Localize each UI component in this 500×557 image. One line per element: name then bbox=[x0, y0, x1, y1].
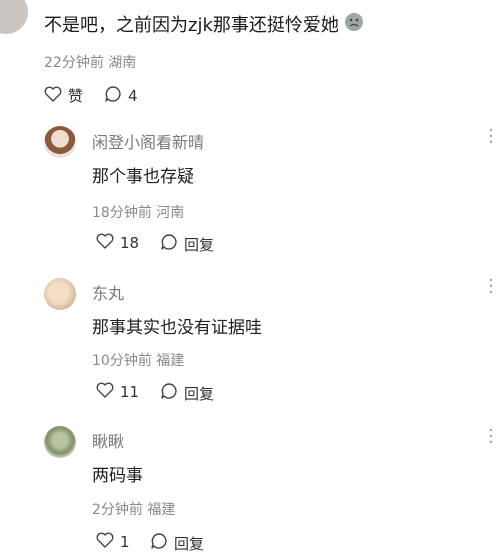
more-vertical-icon[interactable]: · · · bbox=[488, 122, 494, 152]
speech-bubble-icon bbox=[150, 532, 168, 554]
comment-body: 不是吧，之前因为zjk那事还挺怜爱她 bbox=[44, 14, 339, 36]
reply-author[interactable]: 闲登小阁看新晴 bbox=[92, 129, 204, 153]
reply-button[interactable]: 回复 bbox=[160, 382, 214, 404]
speech-bubble-icon bbox=[104, 85, 122, 107]
reply-text: 那个事也存疑 bbox=[92, 167, 194, 187]
speech-bubble-icon bbox=[160, 382, 178, 404]
reply-meta: 10分钟前 福建 bbox=[92, 353, 185, 369]
like-button[interactable]: 18 bbox=[96, 233, 139, 253]
comment-text: 不是吧，之前因为zjk那事还挺怜爱她 bbox=[44, 10, 365, 37]
like-button[interactable]: 赞 bbox=[44, 85, 83, 106]
reply-label: 回复 bbox=[184, 235, 215, 254]
reply-button[interactable]: 回复 bbox=[150, 532, 204, 554]
reply-text: 那事其实也没有证据哇 bbox=[92, 318, 262, 338]
comment-meta: 22分钟前 湖南 bbox=[44, 55, 137, 71]
reply-author[interactable]: 东丸 bbox=[92, 280, 124, 304]
reply-button[interactable]: 回复 bbox=[160, 233, 214, 255]
like-button[interactable]: 1 bbox=[96, 532, 130, 552]
reply-label: 回复 bbox=[174, 534, 205, 553]
avatar[interactable] bbox=[44, 126, 76, 158]
heart-outline-icon bbox=[96, 233, 114, 253]
reply-label: 回复 bbox=[184, 384, 215, 403]
heart-outline-icon bbox=[96, 532, 114, 552]
heart-outline-icon bbox=[96, 382, 114, 402]
reply-text: 两码事 bbox=[92, 466, 143, 486]
avatar[interactable] bbox=[0, 0, 28, 34]
comment-count-button[interactable]: 4 bbox=[104, 85, 138, 107]
more-vertical-icon[interactable]: · · · bbox=[488, 422, 494, 452]
reply-meta: 18分钟前 河南 bbox=[92, 205, 185, 221]
more-vertical-icon[interactable]: · · · bbox=[488, 272, 494, 302]
reply-count: 4 bbox=[128, 87, 138, 105]
like-count: 18 bbox=[120, 234, 140, 252]
reply-author[interactable]: 瞅瞅 bbox=[92, 428, 124, 452]
like-button[interactable]: 11 bbox=[96, 382, 139, 402]
like-count: 11 bbox=[120, 383, 140, 401]
avatar[interactable] bbox=[44, 278, 76, 310]
heart-outline-icon bbox=[44, 86, 62, 106]
like-count: 1 bbox=[120, 533, 130, 551]
avatar[interactable] bbox=[44, 426, 76, 458]
reply-meta: 2分钟前 福建 bbox=[92, 502, 176, 518]
speech-bubble-icon bbox=[160, 233, 178, 255]
crying-emoji-icon bbox=[343, 10, 365, 37]
like-label: 赞 bbox=[68, 87, 84, 105]
